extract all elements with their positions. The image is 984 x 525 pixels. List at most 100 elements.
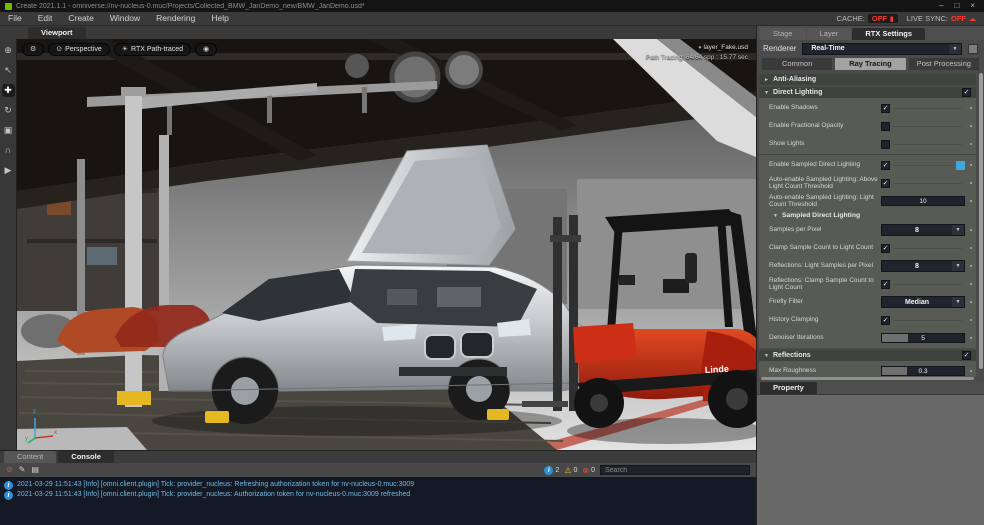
reset-indicator[interactable] [965,156,972,174]
setting-row-enable-sampled-direct-lighting: Enable Sampled Direct Lighting✓ [759,156,976,174]
edit-icon[interactable]: ✎ [19,464,26,476]
checkbox-reflections[interactable]: ✓ [962,351,971,360]
section-title: Reflections [773,352,811,359]
setting-row-enable-fractional-opacity: Enable Fractional Opacity [759,117,976,135]
renderer-value: Real-Time [803,45,949,52]
tab-property[interactable]: Property [760,382,817,394]
reset-indicator[interactable] [965,239,972,257]
menu-file[interactable]: File [0,12,30,25]
reset-indicator[interactable] [965,117,972,135]
checkbox-show-lights[interactable] [881,140,890,149]
tab-rtx-settings[interactable]: RTX Settings [852,28,925,40]
setting-control: Median▼ [881,296,965,308]
play-tool-icon[interactable]: ▶ [2,164,15,177]
reset-indicator[interactable] [965,99,972,117]
menu-create[interactable]: Create [60,12,102,25]
warning-count[interactable]: ⚠ 0 [564,466,577,475]
subtab-ray-tracing[interactable]: Ray Tracing [835,58,905,70]
setting-control: ✓ [881,244,965,253]
livesync-status[interactable]: LIVE SYNC: OFF ☁ [907,14,976,23]
setting-row-samples-per-pixel: Samples per Pixel8▼ [759,221,976,239]
setting-label: Auto-enable Sampled Lighting: Above Ligh… [769,176,881,191]
tab-console[interactable]: Console [58,451,114,463]
menu-window[interactable]: Window [102,12,148,25]
section-reflections[interactable]: ▼Reflections✓ [759,350,976,361]
console-log[interactable]: i2021-03-29 11:51:43 [Info] [omni.client… [0,477,756,525]
setting-row-reflections-clamp-sample-count-to-light-count: Reflections: Clamp Sample Count to Light… [759,275,976,293]
checkbox-clamp-sample-count-to-light-count[interactable]: ✓ [881,244,890,253]
section-anti-aliasing[interactable]: ►Anti-Aliasing [759,74,976,85]
horizontal-scrollbar[interactable] [761,377,974,380]
section-direct-lighting[interactable]: ▼Direct Lighting✓ [759,87,976,98]
renderer-label: Renderer [763,44,796,53]
reset-indicator[interactable] [965,135,972,153]
info-count[interactable]: i 2 [544,466,559,475]
viewport-toolbar: ⚙ ⊙ Perspective ☀ RTX Path-traced ◉ [22,43,217,56]
renderer-dropdown[interactable]: Real-Time ▼ [802,43,962,55]
checkbox-enable-shadows[interactable]: ✓ [881,104,890,113]
viewport-3d[interactable]: Linde ⚙ ⊙ Perspective ☀ RTX Path-traced … [17,39,756,450]
reset-indicator[interactable] [965,257,972,275]
checkbox-enable-fractional-opacity[interactable] [881,122,890,131]
tab-stage[interactable]: Stage [760,28,806,40]
checkbox-auto-enable-sampled-lighting-above-light-count-threshold[interactable]: ✓ [881,179,890,188]
viewport-settings-button[interactable]: ⚙ [22,43,44,56]
reset-indicator[interactable] [965,174,972,192]
reset-indicator[interactable] [965,311,972,329]
menu-rendering[interactable]: Rendering [148,12,203,25]
world-tool-icon[interactable]: ⊕ [2,44,15,57]
search-input[interactable] [600,465,750,475]
reset-indicator[interactable] [965,329,972,347]
warning-count-value: 0 [573,467,577,474]
subtab-post-processing[interactable]: Post Processing [909,58,979,70]
setting-control: ✓ [881,280,965,289]
move-tool-icon[interactable]: ✚ [2,84,15,97]
checkbox-direct-lighting[interactable]: ✓ [962,88,971,97]
camera-selector-button[interactable]: ⊙ Perspective [48,43,109,56]
reset-indicator[interactable] [965,221,972,239]
setting-row-firefly-filter: Firefly FilterMedian▼ [759,293,976,311]
checkbox-enable-sampled-direct-lighting[interactable]: ✓ [881,161,890,170]
slider-denoiser-iterations[interactable]: 5 [881,333,965,343]
close-button[interactable]: × [970,1,975,11]
tab-layer[interactable]: Layer [807,28,852,40]
maximize-button[interactable]: □ [954,1,959,11]
dropdown-firefly-filter[interactable]: Median▼ [881,296,965,308]
folder-icon[interactable]: ▤ [31,464,39,476]
setting-control: 5 [881,333,965,343]
visibility-button[interactable]: ◉ [195,43,217,56]
setting-row-show-lights: Show Lights [759,135,976,153]
menu-help[interactable]: Help [203,12,236,25]
setting-label: Reflections: Clamp Sample Count to Light… [769,277,881,292]
subsection-sampled-direct-lighting[interactable]: ▼Sampled Direct Lighting [759,210,976,221]
log-text: 2021-03-29 11:51:43 [Info] [omni.client.… [17,490,410,500]
dropdown-samples-per-pixel[interactable]: 8▼ [881,224,965,236]
value-field-auto-enable-sampled-lighting-light-count-threshold[interactable]: 10 [881,196,965,206]
cache-status[interactable]: CACHE: OFF ▮ [837,14,898,23]
dropdown-reflections-light-samples-per-pixel[interactable]: 8▼ [881,260,965,272]
clear-console-icon[interactable]: ⊘ [6,464,13,476]
reset-indicator[interactable] [965,275,972,293]
select-tool-icon[interactable]: ↖ [2,64,15,77]
reset-indicator[interactable] [965,362,972,377]
cache-drive-icon: ▮ [890,15,894,23]
subtab-common[interactable]: Common [762,58,832,70]
accent-swatch[interactable] [956,161,965,170]
menu-edit[interactable]: Edit [30,12,61,25]
snap-tool-icon[interactable]: ∩ [2,144,15,157]
render-mode-button[interactable]: ☀ RTX Path-traced [114,43,191,56]
reset-indicator[interactable] [965,293,972,311]
minimize-button[interactable]: – [939,1,943,11]
slider-max-roughness[interactable]: 0.3 [881,366,965,376]
tab-content[interactable]: Content [4,451,56,463]
checkbox-reflections-clamp-sample-count-to-light-count[interactable]: ✓ [881,280,890,289]
rotate-tool-icon[interactable]: ↻ [2,104,15,117]
error-count[interactable]: ⊗ 0 [582,466,595,475]
checkbox-history-clamping[interactable]: ✓ [881,316,890,325]
log-line: i2021-03-29 11:51:43 [Info] [omni.client… [4,490,752,500]
renderer-extra-button[interactable] [968,44,978,54]
tab-viewport[interactable]: Viewport [28,27,86,39]
scale-tool-icon[interactable]: ▣ [2,124,15,137]
reset-indicator[interactable] [965,192,972,210]
vertical-scrollbar[interactable] [979,73,983,369]
